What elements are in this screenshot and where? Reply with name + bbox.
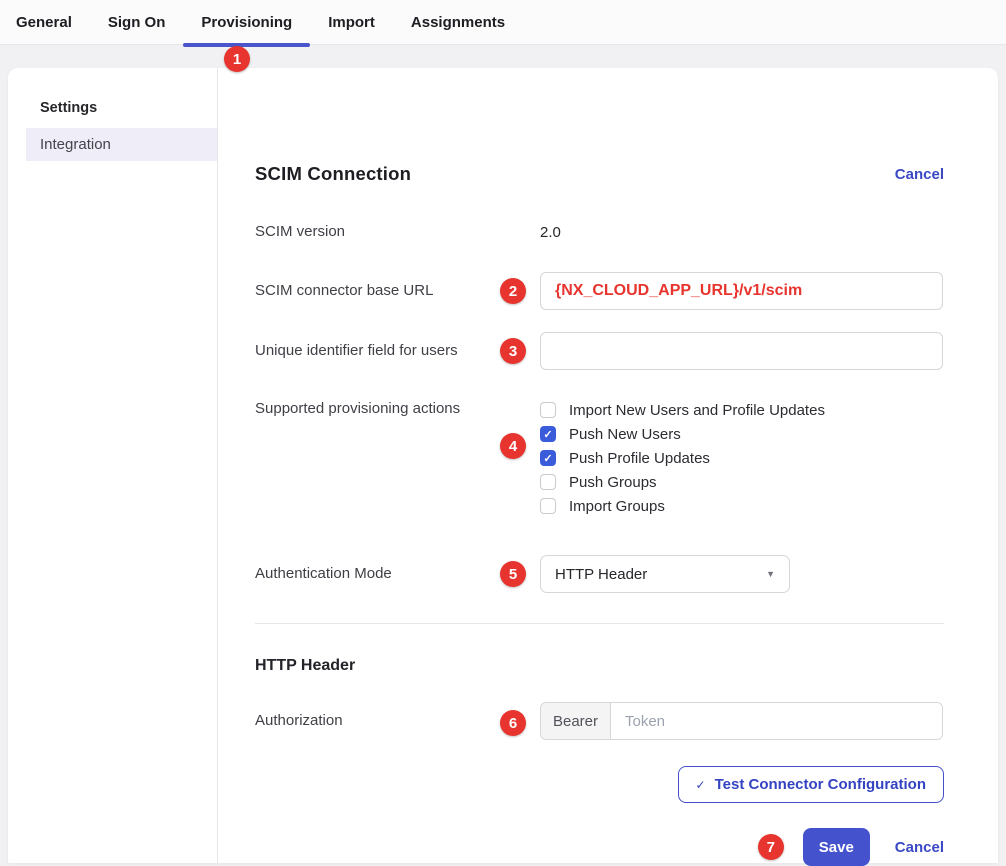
annotation-badge-3: 3 <box>500 338 526 364</box>
tab-provisioning[interactable]: Provisioning <box>183 0 310 44</box>
auth-mode-select[interactable]: HTTP Header ▼ <box>540 555 790 593</box>
tab-general[interactable]: General <box>0 0 90 44</box>
unique-id-input[interactable] <box>540 332 943 370</box>
sidebar-item-integration[interactable]: Integration <box>26 128 217 161</box>
scim-version-value: 2.0 <box>540 223 943 241</box>
cancel-link-top[interactable]: Cancel <box>895 166 944 183</box>
annotation-badge-7: 7 <box>758 834 784 860</box>
section-divider <box>255 623 944 624</box>
authorization-input-group: Bearer <box>540 702 943 740</box>
checkbox-label: Import Groups <box>569 498 665 515</box>
checkbox-icon <box>540 498 556 514</box>
actions-label: Supported provisioning actions <box>255 398 540 518</box>
base-url-label: SCIM connector base URL <box>255 272 540 310</box>
app-tabbar: General Sign On Provisioning Import Assi… <box>0 0 1006 45</box>
checkbox-import-new-users[interactable]: Import New Users and Profile Updates <box>540 398 943 422</box>
token-input[interactable] <box>611 703 942 739</box>
checkbox-icon <box>540 426 556 442</box>
checkbox-push-new-users[interactable]: Push New Users <box>540 422 943 446</box>
cancel-link-bottom[interactable]: Cancel <box>895 839 944 856</box>
checkbox-label: Push Profile Updates <box>569 450 710 467</box>
checkbox-label: Push Groups <box>569 474 657 491</box>
checkbox-icon <box>540 474 556 490</box>
auth-mode-selected-value: HTTP Header <box>555 566 647 583</box>
check-icon: ✓ <box>696 778 706 792</box>
annotation-badge-6: 6 <box>500 710 526 736</box>
scim-version-label: SCIM version <box>255 223 540 241</box>
checkbox-import-groups[interactable]: Import Groups <box>540 494 943 518</box>
annotation-badge-1: 1 <box>224 46 250 72</box>
base-url-input[interactable] <box>540 272 943 310</box>
annotation-badge-5: 5 <box>500 561 526 587</box>
annotation-badge-2: 2 <box>500 278 526 304</box>
scim-connection-panel: SCIM Connection Cancel SCIM version 2.0 … <box>218 68 998 863</box>
tab-import[interactable]: Import <box>310 0 393 44</box>
page-title: SCIM Connection <box>255 163 411 185</box>
save-button[interactable]: Save <box>803 828 870 866</box>
actions-checkbox-list: Import New Users and Profile Updates Pus… <box>540 398 943 518</box>
chevron-down-icon: ▼ <box>766 569 775 579</box>
http-header-heading: HTTP Header <box>255 657 944 675</box>
settings-sidebar: Settings Integration <box>8 68 218 863</box>
test-connector-label: Test Connector Configuration <box>715 776 926 793</box>
authorization-label: Authorization <box>255 702 540 740</box>
checkbox-label: Import New Users and Profile Updates <box>569 402 825 419</box>
sidebar-heading: Settings <box>40 100 217 116</box>
unique-id-label: Unique identifier field for users <box>255 332 540 370</box>
checkbox-icon <box>540 450 556 466</box>
checkbox-label: Push New Users <box>569 426 681 443</box>
checkbox-push-groups[interactable]: Push Groups <box>540 470 943 494</box>
auth-mode-label: Authentication Mode <box>255 555 540 593</box>
bearer-prefix: Bearer <box>541 703 611 739</box>
tab-sign-on[interactable]: Sign On <box>90 0 184 44</box>
tab-assignments[interactable]: Assignments <box>393 0 523 44</box>
checkbox-icon <box>540 402 556 418</box>
provisioning-card: Settings Integration SCIM Connection Can… <box>8 68 998 863</box>
test-connector-button[interactable]: ✓ Test Connector Configuration <box>678 766 944 803</box>
checkbox-push-profile-updates[interactable]: Push Profile Updates <box>540 446 943 470</box>
annotation-badge-4: 4 <box>500 433 526 459</box>
